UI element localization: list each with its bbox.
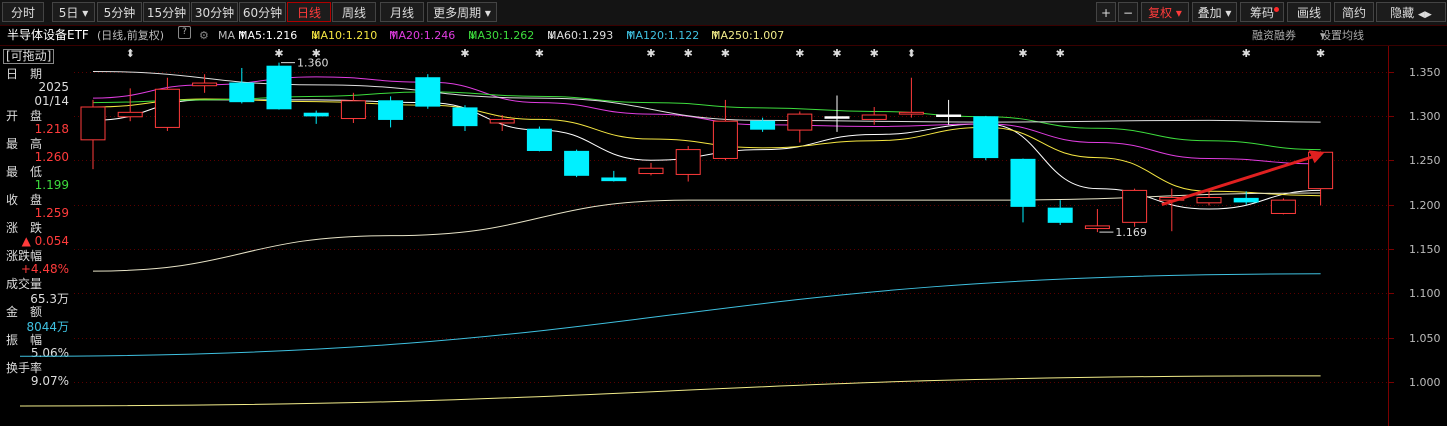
candle-body bbox=[117, 111, 143, 118]
candle-body bbox=[564, 150, 590, 176]
candle-body bbox=[229, 82, 255, 103]
event-star-icon: ✱ bbox=[1056, 47, 1065, 60]
annotation-label: 1.360 bbox=[297, 57, 329, 70]
candle-body bbox=[750, 120, 776, 130]
candle-body bbox=[712, 120, 738, 159]
candle-body bbox=[787, 113, 813, 131]
trend-arrow-icon bbox=[1161, 150, 1325, 207]
event-arrow-icon: ⬍ bbox=[126, 47, 135, 60]
candle-body bbox=[489, 118, 515, 124]
event-star-icon: ✱ bbox=[795, 47, 804, 60]
candle-body bbox=[340, 100, 366, 120]
candle-body bbox=[936, 114, 962, 117]
price-tick-label: 1.000 bbox=[1409, 375, 1441, 389]
candle-body bbox=[526, 128, 552, 151]
candle-body bbox=[80, 106, 106, 141]
price-tick-label: 1.350 bbox=[1409, 65, 1441, 79]
event-arrow-icon: ⬍ bbox=[907, 47, 916, 60]
event-star-icon: ✱ bbox=[721, 47, 730, 60]
event-star-icon: ✱ bbox=[684, 47, 693, 60]
candle-body bbox=[1233, 197, 1259, 203]
candle-body bbox=[1010, 158, 1036, 207]
candle-body bbox=[452, 107, 478, 127]
candle-body bbox=[1122, 189, 1148, 223]
price-grid bbox=[74, 72, 1394, 383]
event-star-icon: ✱ bbox=[274, 47, 283, 60]
candlesticks bbox=[80, 62, 1334, 233]
candle-body bbox=[675, 149, 701, 175]
candle-body bbox=[601, 177, 627, 182]
price-tick-label: 1.300 bbox=[1409, 109, 1441, 123]
candle-body bbox=[1270, 199, 1296, 214]
event-star-icon: ✱ bbox=[870, 47, 879, 60]
price-tick-label: 1.050 bbox=[1409, 331, 1441, 345]
candle-body bbox=[1196, 196, 1222, 204]
candle-body bbox=[303, 112, 329, 117]
ma-line-ma120 bbox=[19, 273, 1321, 357]
price-tick-label: 1.150 bbox=[1409, 242, 1441, 256]
ma-line-ma250 bbox=[19, 375, 1321, 407]
candle-body bbox=[824, 116, 850, 119]
candle-body bbox=[415, 77, 441, 107]
candle-body bbox=[638, 167, 664, 175]
trend-arrow-shaft bbox=[1161, 154, 1316, 207]
event-star-icon: ✱ bbox=[646, 47, 655, 60]
candle-body bbox=[154, 88, 180, 128]
price-tick-label: 1.250 bbox=[1409, 153, 1441, 167]
kline-chart[interactable]: ⬍ ✱ ✱ ✱ ✱ ✱ ✱ ✱ ✱ ✱ ✱ ⬍ ✱ ✱ ✱ ✱ 1.3601.169 bbox=[0, 0, 1447, 426]
candle-body bbox=[898, 111, 924, 115]
event-star-icon: ✱ bbox=[1242, 47, 1251, 60]
candle-body bbox=[1047, 207, 1073, 223]
annotation-label: 1.169 bbox=[1115, 226, 1147, 239]
candle-body bbox=[973, 116, 999, 159]
candle-body bbox=[861, 114, 887, 120]
event-star-icon: ✱ bbox=[832, 47, 841, 60]
event-star-icon: ✱ bbox=[1018, 47, 1027, 60]
event-star-icon: ✱ bbox=[460, 47, 469, 60]
event-star-icon: ✱ bbox=[535, 47, 544, 60]
candle-body bbox=[378, 100, 404, 120]
event-star-icon: ✱ bbox=[1316, 47, 1325, 60]
candle-body bbox=[192, 82, 218, 87]
candle-body bbox=[1084, 225, 1110, 230]
ma-line-ma10 bbox=[92, 98, 1321, 197]
price-tick-label: 1.200 bbox=[1409, 198, 1441, 212]
candle-body bbox=[266, 65, 292, 110]
price-tick-label: 1.100 bbox=[1409, 286, 1441, 300]
